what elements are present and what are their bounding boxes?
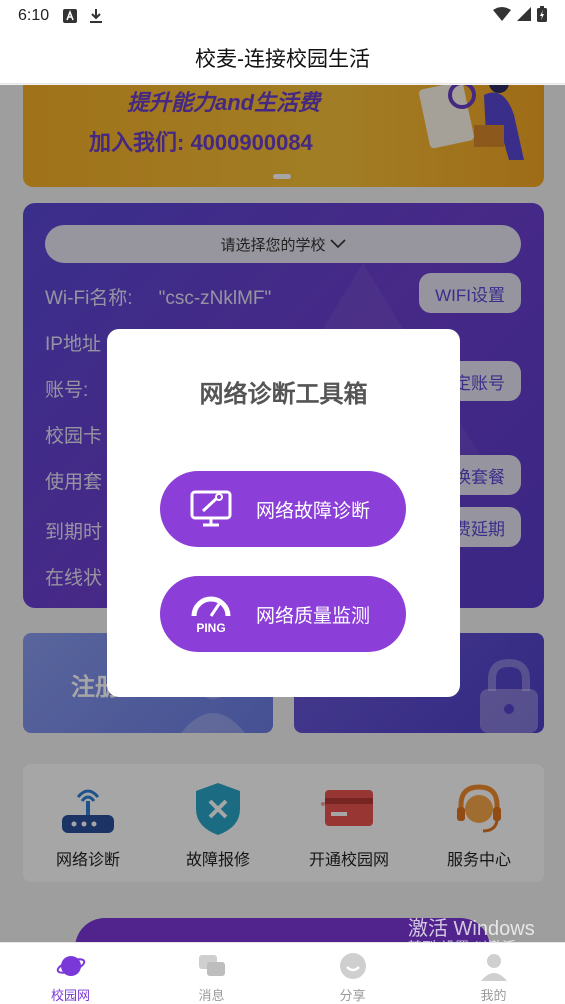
quality-monitor-button[interactable]: PING 网络质量监测 [160,576,406,652]
fault-diagnosis-label: 网络故障诊断 [256,500,371,522]
status-bar: 6:10 [0,0,565,32]
diagnostic-toolbox-dialog: 网络诊断工具箱 网络故障诊断 PING 网络质量监测 [107,329,460,697]
planet-icon [56,951,86,981]
fault-diagnosis-button[interactable]: 网络故障诊断 [160,471,406,547]
download-icon [89,9,103,23]
tab-profile[interactable]: 我的 [423,943,564,1004]
monitor-tool-icon [188,486,234,532]
quality-monitor-label: 网络质量监测 [256,605,371,627]
chat-icon [197,951,227,981]
bottom-tab-bar: 校园网 消息 分享 我的 [0,942,565,1004]
page-title: 校麦-连接校园生活 [195,47,370,71]
tab-campus-network[interactable]: 校园网 [0,943,141,1004]
status-time: 6:10 [18,7,50,24]
tab-label: 我的 [480,988,507,1003]
tab-share[interactable]: 分享 [282,943,423,1004]
ping-label: PING [196,621,225,634]
wifi-signal-icon [493,6,511,26]
font-notification-icon [63,9,78,23]
ping-gauge-icon: PING [188,591,234,637]
tab-label: 分享 [339,988,366,1003]
cell-signal-icon [517,6,531,26]
smile-icon [338,951,368,981]
tab-label: 消息 [198,988,225,1003]
user-icon [479,951,509,981]
tab-label: 校园网 [50,988,90,1003]
app-header: 校麦-连接校园生活 [0,32,565,84]
tab-messages[interactable]: 消息 [141,943,282,1004]
dialog-title: 网络诊断工具箱 [199,381,368,408]
battery-icon [537,5,547,27]
